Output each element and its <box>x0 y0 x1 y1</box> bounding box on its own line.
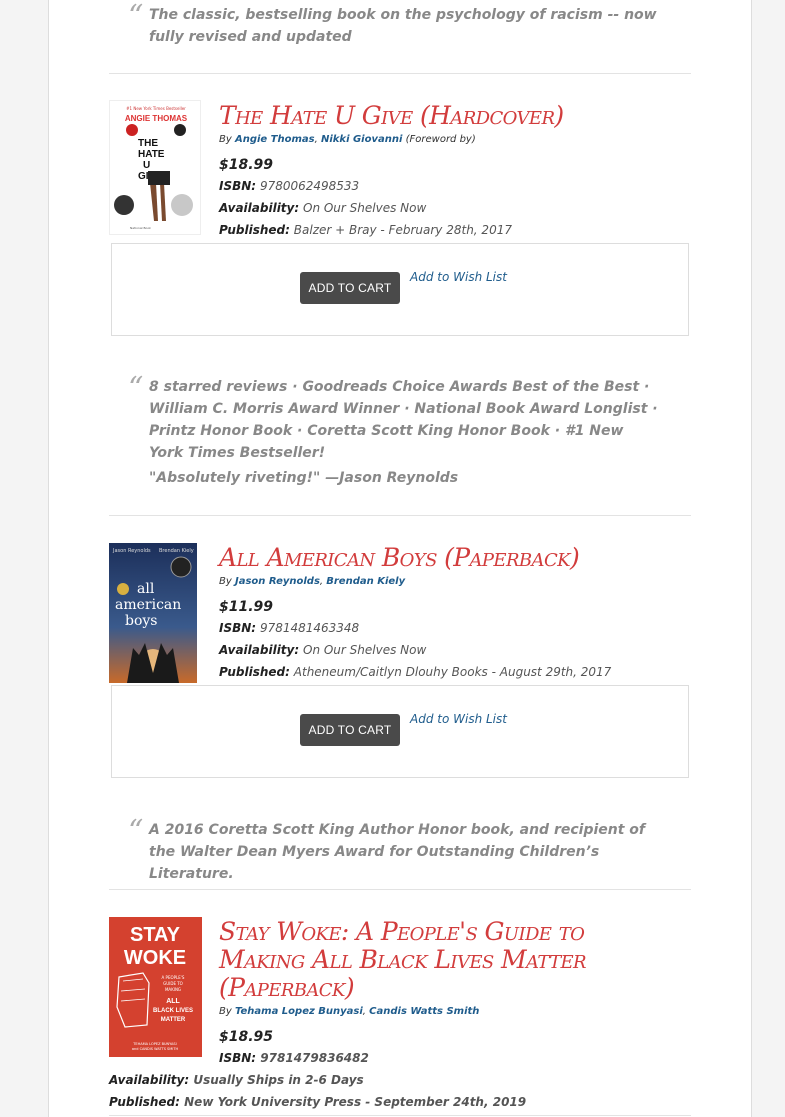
availability-value: Usually Ships in 2-6 Days <box>193 1073 364 1087</box>
author-link[interactable]: Nikki Giovanni <box>321 134 402 145</box>
add-to-cart-button[interactable]: ADD TO CART <box>300 714 400 746</box>
cart-box: ADD TO CART Add to Wish List <box>111 685 689 778</box>
author-link[interactable]: Brendan Kiely <box>326 576 405 587</box>
published-row: Published: Balzer + Bray - February 28th… <box>219 223 512 237</box>
book-byline: By Jason Reynolds, Brendan Kiely <box>219 576 406 587</box>
svg-text:#1 New York Times Bestseller: #1 New York Times Bestseller <box>126 106 186 111</box>
quote-mark-icon: “ <box>128 371 144 406</box>
isbn-row: ISBN: 9780062498533 <box>219 179 359 193</box>
divider <box>109 73 691 74</box>
cart-box-top-edge <box>109 1115 691 1116</box>
availability-row: Availability: On Our Shelves Now <box>219 201 426 215</box>
availability-value: On Our Shelves Now <box>303 201 427 215</box>
isbn-value: 9781479836482 <box>260 1051 369 1065</box>
svg-text:HATE: HATE <box>138 149 165 160</box>
book-title[interactable]: Stay Woke: A People's Guide to Making Al… <box>219 918 639 1002</box>
published-value: New York University Press - September 24… <box>184 1095 527 1109</box>
book-cover-image[interactable]: Jason Reynolds Brendan Kiely all america… <box>109 543 197 683</box>
divider <box>109 515 691 516</box>
isbn-label: ISBN: <box>219 179 257 193</box>
svg-text:american: american <box>115 597 181 613</box>
book-price: $18.99 <box>219 157 274 173</box>
published-value: Balzer + Bray - February 28th, 2017 <box>293 223 512 237</box>
author-link[interactable]: Tehama Lopez Bunyasi <box>235 1006 363 1017</box>
availability-row: Availability: Usually Ships in 2-6 Days <box>109 1073 364 1087</box>
svg-text:WOKE: WOKE <box>124 947 186 969</box>
published-label: Published: <box>219 665 290 679</box>
isbn-row: ISBN: 9781479836482 <box>219 1051 369 1065</box>
cover-art: Jason Reynolds Brendan Kiely all america… <box>109 543 197 683</box>
published-label: Published: <box>219 223 290 237</box>
svg-text:A PEOPLE'S: A PEOPLE'S <box>162 975 185 980</box>
svg-text:Brendan Kiely: Brendan Kiely <box>159 548 194 554</box>
cover-art: #1 New York Times Bestseller ANGIE THOMA… <box>110 101 200 234</box>
svg-text:STAY: STAY <box>130 924 181 946</box>
book-byline: By Tehama Lopez Bunyasi, Candis Watts Sm… <box>219 1006 480 1017</box>
author-link[interactable]: Angie Thomas <box>235 134 315 145</box>
svg-text:all: all <box>137 581 155 597</box>
published-row: Published: Atheneum/Caitlyn Dlouhy Books… <box>219 665 611 679</box>
svg-text:ALL: ALL <box>166 998 180 1005</box>
divider <box>109 889 691 890</box>
book-cover-image[interactable]: STAY WOKE A PEOPLE'S GUIDE TO MAKING ALL… <box>109 917 202 1057</box>
isbn-row: ISBN: 9781481463348 <box>219 621 359 635</box>
byline-prefix: By <box>219 1006 232 1017</box>
availability-label: Availability: <box>109 1073 190 1087</box>
byline-prefix: By <box>219 134 232 145</box>
svg-text:and CANDIS WATTS SMITH: and CANDIS WATTS SMITH <box>132 1047 179 1051</box>
book-byline: By Angie Thomas, Nikki Giovanni (Forewor… <box>219 134 476 145</box>
book-quote: A 2016 Coretta Scott King Author Honor b… <box>149 822 645 882</box>
isbn-label: ISBN: <box>219 1051 257 1065</box>
isbn-value: 9781481463348 <box>259 621 360 635</box>
add-to-cart-button[interactable]: ADD TO CART <box>300 272 400 304</box>
svg-text:THE: THE <box>138 138 158 149</box>
availability-label: Availability: <box>219 643 300 657</box>
published-row: Published: New York University Press - S… <box>109 1095 526 1109</box>
svg-text:Jason Reynolds: Jason Reynolds <box>112 548 151 554</box>
svg-text:TEHAMA LOPEZ BUNYASI: TEHAMA LOPEZ BUNYASI <box>132 1042 176 1046</box>
add-to-wish-list-link[interactable]: Add to Wish List <box>410 712 507 726</box>
book-title[interactable]: All American Boys (Paperback) <box>219 544 639 572</box>
published-value: Atheneum/Caitlyn Dlouhy Books - August 2… <box>293 665 612 679</box>
cart-box: ADD TO CART Add to Wish List <box>111 243 689 336</box>
book-quote: The classic, bestselling book on the psy… <box>149 7 657 45</box>
author-role: (Foreword by) <box>405 134 476 145</box>
svg-text:MAKING: MAKING <box>165 987 181 992</box>
cover-author-text: ANGIE THOMAS <box>125 114 188 123</box>
svg-text:BLACK LIVES: BLACK LIVES <box>153 1008 193 1014</box>
isbn-value: 9780062498533 <box>259 179 360 193</box>
availability-label: Availability: <box>219 201 300 215</box>
svg-text:National Book: National Book <box>130 226 151 230</box>
byline-prefix: By <box>219 576 232 587</box>
author-link[interactable]: Candis Watts Smith <box>369 1006 479 1017</box>
book-price: $11.99 <box>219 599 274 615</box>
cover-art: STAY WOKE A PEOPLE'S GUIDE TO MAKING ALL… <box>109 917 202 1057</box>
book-cover-image[interactable]: #1 New York Times Bestseller ANGIE THOMA… <box>109 100 201 235</box>
book-price: $18.95 <box>219 1029 274 1045</box>
isbn-label: ISBN: <box>219 621 257 635</box>
svg-text:MATTER: MATTER <box>161 1017 186 1023</box>
quote-mark-icon: “ <box>128 814 144 849</box>
svg-text:boys: boys <box>125 613 157 629</box>
quote-mark-icon: “ <box>128 0 144 34</box>
svg-text:GUIDE TO: GUIDE TO <box>163 981 183 986</box>
svg-text:U: U <box>143 160 150 171</box>
published-label: Published: <box>109 1095 180 1109</box>
availability-row: Availability: On Our Shelves Now <box>219 643 426 657</box>
book-title[interactable]: The Hate U Give (Hardcover) <box>219 102 639 130</box>
book-quote-secondary: "Absolutely riveting!" —Jason Reynolds <box>149 470 459 486</box>
availability-value: On Our Shelves Now <box>303 643 427 657</box>
book-quote: 8 starred reviews · Goodreads Choice Awa… <box>149 379 658 461</box>
author-link[interactable]: Jason Reynolds <box>235 576 320 587</box>
add-to-wish-list-link[interactable]: Add to Wish List <box>410 270 507 284</box>
